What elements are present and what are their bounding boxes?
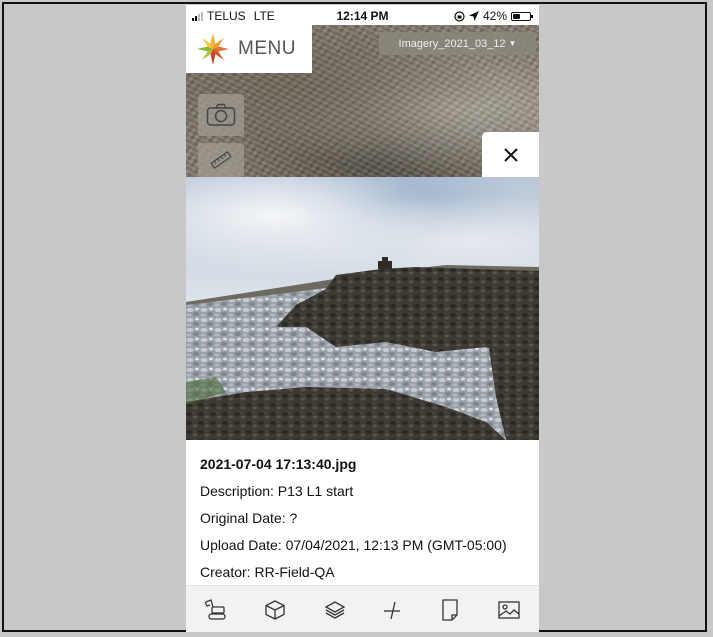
ruler-icon bbox=[210, 150, 232, 170]
photo-description: Description: P13 L1 start bbox=[200, 483, 354, 499]
3d-view-button[interactable] bbox=[260, 596, 290, 624]
notes-button[interactable] bbox=[435, 596, 465, 624]
layers-icon bbox=[324, 601, 346, 619]
measure-line-icon bbox=[384, 601, 400, 620]
site-photo[interactable] bbox=[186, 177, 539, 440]
box-3d-icon bbox=[265, 600, 285, 620]
close-icon bbox=[503, 147, 518, 162]
photos-button[interactable] bbox=[494, 596, 524, 624]
battery-icon bbox=[511, 11, 533, 21]
status-right: 42% bbox=[454, 9, 533, 23]
measure-button[interactable] bbox=[198, 143, 244, 177]
phone-screen: TELUS LTE 12:14 PM 42% MENU Imagery_2021… bbox=[186, 5, 539, 632]
measure-line-button[interactable] bbox=[377, 596, 407, 624]
photo-filename: 2021-07-04 17:13:40.jpg bbox=[200, 456, 357, 472]
document-icon bbox=[442, 599, 458, 621]
photo-ground bbox=[186, 257, 539, 440]
battery-percent: 42% bbox=[482, 9, 507, 23]
location-arrow-icon bbox=[468, 11, 479, 21]
photo-original-date: Original Date: ? bbox=[200, 510, 298, 526]
app-logo-icon bbox=[197, 33, 229, 65]
menu-button[interactable]: MENU bbox=[186, 25, 312, 73]
dropdown-caret-icon: ▼ bbox=[508, 39, 517, 48]
bottom-toolbar bbox=[186, 585, 539, 632]
excavator-icon bbox=[204, 599, 226, 620]
status-bar: TELUS LTE 12:14 PM 42% bbox=[186, 5, 539, 25]
image-icon bbox=[498, 601, 520, 619]
close-button[interactable] bbox=[482, 132, 539, 177]
photo-info-panel: 2021-07-04 17:13:40.jpg Description: P13… bbox=[186, 440, 539, 586]
orientation-lock-icon bbox=[454, 10, 465, 22]
imagery-layer-value: Imagery_2021_03_12 bbox=[398, 37, 506, 50]
imagery-layer-dropdown[interactable]: Imagery_2021_03_12 ▼ bbox=[379, 32, 536, 55]
menu-label: MENU bbox=[238, 38, 296, 59]
photo-creator: Creator: RR-Field-QA bbox=[200, 564, 335, 580]
camera-icon bbox=[206, 103, 236, 126]
map-view[interactable]: MENU Imagery_2021_03_12 ▼ bbox=[186, 25, 539, 177]
camera-button[interactable] bbox=[198, 94, 244, 136]
layers-button[interactable] bbox=[320, 596, 350, 624]
photo-upload-date: Upload Date: 07/04/2021, 12:13 PM (GMT-0… bbox=[200, 537, 507, 553]
equipment-button[interactable] bbox=[200, 596, 230, 624]
